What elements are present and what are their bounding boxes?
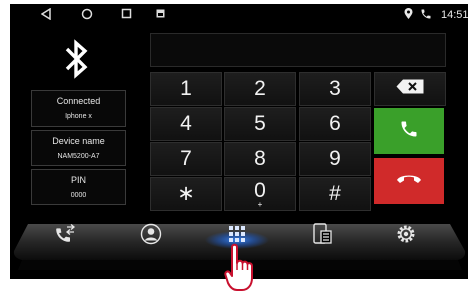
phone-icon — [399, 119, 419, 144]
backspace-button[interactable] — [374, 72, 446, 106]
settings-icon[interactable] — [394, 222, 418, 246]
status-time: 14:51 — [441, 9, 469, 21]
key-2[interactable]: 2 — [224, 72, 296, 106]
device-name-label: Device name — [52, 136, 105, 146]
connected-device-value: Iphone x — [65, 113, 92, 120]
call-button[interactable] — [374, 108, 444, 154]
contacts-icon[interactable] — [139, 222, 163, 246]
location-icon — [404, 8, 413, 23]
key-9[interactable]: 9 — [299, 142, 371, 176]
connected-device-box: Connected Iphone x — [31, 90, 126, 127]
pin-box: PIN 0000 — [31, 169, 126, 205]
key-1[interactable]: 1 — [150, 72, 222, 106]
device-name-box: Device name NAM5200-A7 — [31, 130, 126, 166]
screen: 14:51 Connected Iphone x Device name NAM… — [0, 0, 470, 295]
hang-up-icon — [396, 172, 422, 190]
key-8[interactable]: 8 — [224, 142, 296, 176]
backspace-icon — [396, 79, 424, 99]
recents-icon[interactable] — [121, 8, 132, 22]
tap-hand-icon — [224, 243, 254, 293]
key-star[interactable]: ∗ — [150, 177, 222, 211]
key-0[interactable]: 0 + — [224, 177, 296, 211]
image-notification-icon — [156, 9, 165, 21]
status-bar: 14:51 — [10, 4, 469, 26]
home-icon[interactable] — [81, 8, 93, 23]
key-5[interactable]: 5 — [224, 107, 296, 141]
pin-label: PIN — [70, 175, 86, 185]
back-icon[interactable] — [40, 7, 51, 23]
phone-book-icon[interactable] — [311, 222, 335, 246]
key-hash[interactable]: # — [299, 177, 371, 211]
key-6[interactable]: 6 — [299, 107, 371, 141]
hang-up-button[interactable] — [374, 158, 444, 204]
device-name-value: NAM5200-A7 — [57, 153, 100, 160]
pin-value: 0000 — [70, 192, 87, 199]
bluetooth-phone-panel: Connected Iphone x Device name NAM5200-A… — [10, 26, 468, 279]
key-3[interactable]: 3 — [299, 72, 371, 106]
phone-call-icon — [420, 8, 432, 23]
dial-number-display — [150, 33, 446, 67]
key-4[interactable]: 4 — [150, 107, 222, 141]
key-7[interactable]: 7 — [150, 142, 222, 176]
call-transfer-icon[interactable] — [53, 222, 77, 246]
bluetooth-icon — [61, 39, 93, 79]
key-0-plus: + — [257, 200, 263, 209]
connected-label: Connected — [56, 96, 101, 106]
